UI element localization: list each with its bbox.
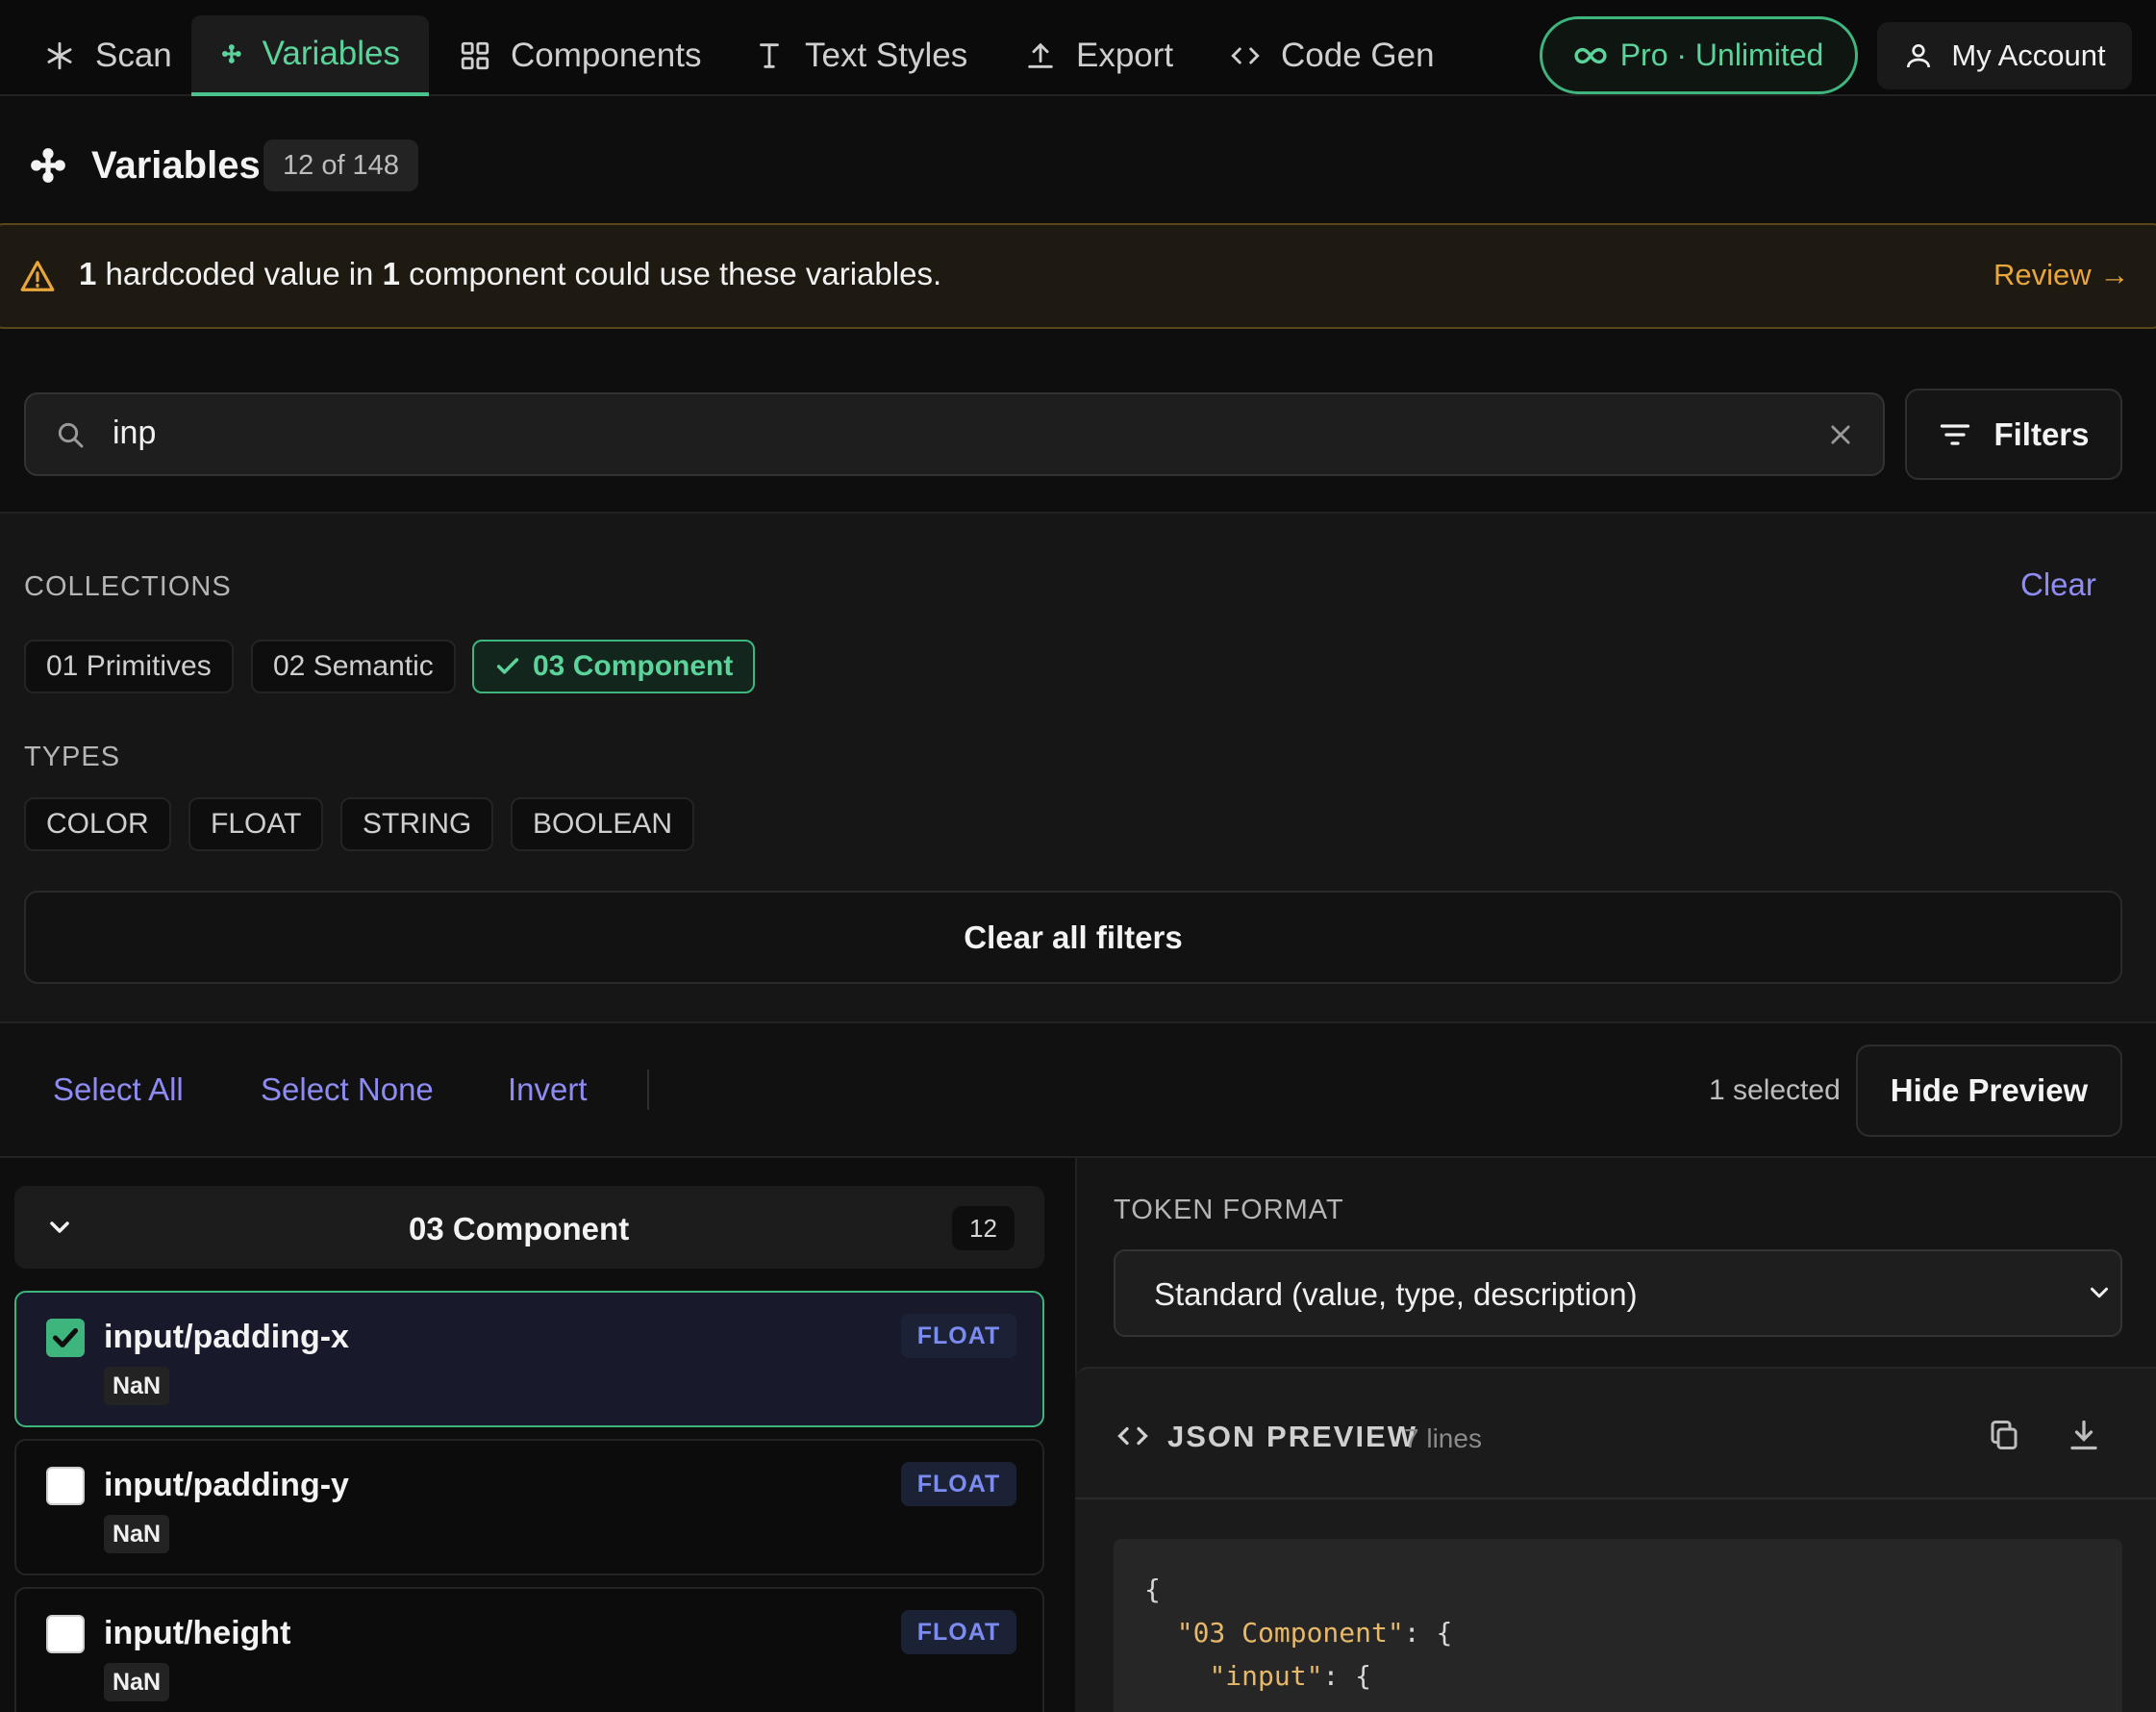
- warning-text-part: component could use these variables.: [409, 256, 942, 291]
- code-line: "input": {: [1144, 1660, 1371, 1692]
- chevron-down-icon: [2091, 1287, 2108, 1298]
- chip-collection-component[interactable]: 03 Component: [472, 640, 756, 693]
- tab-label: Code Gen: [1281, 37, 1435, 74]
- infinity-icon: [1574, 47, 1607, 63]
- tab-components[interactable]: Components: [430, 15, 730, 96]
- type-badge: FLOAT: [901, 1314, 1016, 1358]
- code-icon: [1117, 1426, 1148, 1446]
- variable-value: NaN: [104, 1515, 170, 1553]
- group-title: 03 Component: [409, 1211, 630, 1246]
- chip-type-boolean[interactable]: BOOLEAN: [511, 797, 695, 851]
- my-account-button[interactable]: My Account: [1877, 22, 2132, 89]
- search-icon: [58, 422, 84, 448]
- code-line: "03 Component": {: [1144, 1617, 1453, 1649]
- account-label: My Account: [1951, 38, 2106, 72]
- asterisk-icon: [47, 41, 72, 70]
- variable-value: NaN: [104, 1663, 170, 1701]
- list-item[interactable]: input/height NaN FLOAT: [14, 1587, 1044, 1712]
- variables-icon: [31, 148, 65, 183]
- code-punct: : {: [1322, 1660, 1372, 1692]
- text-cursor-icon: [760, 43, 779, 68]
- review-link[interactable]: Review →: [1993, 258, 2129, 292]
- download-icon[interactable]: [2067, 1418, 2101, 1452]
- json-preview-title: JSON PREVIEW: [1167, 1420, 1417, 1453]
- invert-link[interactable]: Invert: [508, 1071, 588, 1108]
- json-line-count: 7 lines: [1404, 1423, 1482, 1453]
- list-item[interactable]: input/padding-y NaN FLOAT: [14, 1439, 1044, 1575]
- variable-name: input/padding-y: [104, 1467, 349, 1503]
- tab-text-styles[interactable]: Text Styles: [724, 15, 996, 96]
- chip-collection-semantic[interactable]: 02 Semantic: [251, 640, 456, 693]
- collections-label: COLLECTIONS: [24, 571, 232, 602]
- tab-label: Variables: [262, 35, 400, 72]
- tab-export[interactable]: Export: [995, 15, 1202, 96]
- code-key: "03 Component": [1176, 1617, 1404, 1649]
- token-format-label: TOKEN FORMAT: [1114, 1195, 1344, 1225]
- item-checkbox[interactable]: [46, 1615, 85, 1653]
- chip-type-float[interactable]: FLOAT: [188, 797, 324, 851]
- variables-icon: [221, 44, 241, 63]
- tab-label: Text Styles: [805, 37, 968, 74]
- warning-text: 1 hardcoded value in 1 component could u…: [79, 256, 941, 292]
- chip-label: 03 Component: [533, 650, 734, 682]
- chip-type-color[interactable]: COLOR: [24, 797, 171, 851]
- tab-variables[interactable]: Variables: [191, 15, 429, 96]
- chip-collection-primitives[interactable]: 01 Primitives: [24, 640, 234, 693]
- select-none-link[interactable]: Select None: [261, 1071, 434, 1108]
- tab-label: Export: [1076, 37, 1174, 74]
- upload-icon: [1028, 42, 1053, 68]
- selected-count: 1 selected: [1709, 1074, 1841, 1106]
- hide-preview-button[interactable]: Hide Preview: [1856, 1045, 2122, 1137]
- type-badge: FLOAT: [901, 1610, 1016, 1654]
- count-badge: 12 of 148: [263, 139, 418, 191]
- variable-name: input/padding-x: [104, 1319, 349, 1355]
- clear-collections-link[interactable]: Clear: [2020, 566, 2096, 603]
- list-item[interactable]: input/padding-x NaN FLOAT: [14, 1291, 1044, 1427]
- item-checkbox[interactable]: [46, 1319, 85, 1357]
- code-icon: [1231, 47, 1260, 64]
- pro-label: Pro · Unlimited: [1619, 38, 1824, 72]
- filters-label: Filters: [1993, 415, 2090, 452]
- pro-badge[interactable]: Pro · Unlimited: [1540, 16, 1858, 94]
- tab-label: Scan: [95, 37, 172, 74]
- filter-icon: [1941, 423, 1970, 445]
- check-icon: [496, 658, 519, 674]
- search-input[interactable]: [24, 392, 1885, 476]
- page-title: Variables: [91, 144, 261, 187]
- json-code-block: { "03 Component": { "input": {: [1114, 1539, 2122, 1712]
- chevron-down-icon[interactable]: [44, 1212, 75, 1243]
- warning-count: 1: [79, 256, 97, 291]
- grid-icon: [461, 41, 489, 70]
- user-icon: [1907, 44, 1931, 68]
- token-format-value: Standard (value, type, description): [1154, 1276, 1638, 1312]
- code-line: {: [1144, 1574, 1161, 1605]
- code-punct: : {: [1403, 1617, 1453, 1649]
- select-all-link[interactable]: Select All: [53, 1071, 184, 1108]
- tab-label: Components: [511, 37, 702, 74]
- group-count: 12: [952, 1206, 1015, 1250]
- search-value: inp: [113, 415, 157, 451]
- tab-scan[interactable]: Scan: [14, 15, 201, 96]
- chip-type-string[interactable]: STRING: [340, 797, 494, 851]
- tab-code-gen[interactable]: Code Gen: [1200, 15, 1464, 96]
- divider: [1075, 1498, 2156, 1499]
- clear-search-icon[interactable]: [1827, 421, 1854, 448]
- warning-icon: [20, 261, 55, 291]
- variable-value: NaN: [104, 1367, 170, 1405]
- type-badge: FLOAT: [901, 1462, 1016, 1506]
- divider: [647, 1070, 649, 1110]
- check-icon: [52, 1327, 79, 1348]
- clear-all-filters-button[interactable]: Clear all filters: [24, 891, 2122, 984]
- warning-count: 1: [382, 256, 400, 291]
- filters-button[interactable]: Filters: [1905, 389, 2122, 480]
- types-label: TYPES: [24, 742, 121, 772]
- copy-icon[interactable]: [1987, 1418, 2021, 1452]
- code-key: "input": [1209, 1660, 1323, 1692]
- variable-name: input/height: [104, 1615, 291, 1651]
- item-checkbox[interactable]: [46, 1467, 85, 1505]
- warning-text-part: hardcoded value in: [105, 256, 374, 291]
